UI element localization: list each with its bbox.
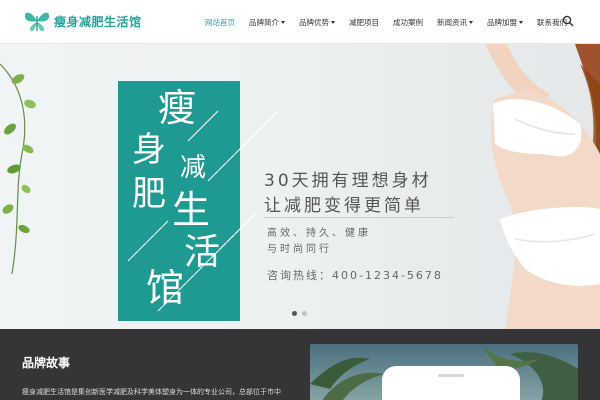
logo-text: 瘦身减肥生活馆 bbox=[54, 14, 142, 29]
nav-cases-label: 成功案例 bbox=[393, 17, 423, 27]
nav-home[interactable]: 网站首页 bbox=[205, 17, 235, 28]
features-line-1: 高效、持久、健康 bbox=[267, 228, 371, 239]
nav-home-label: 网站首页 bbox=[205, 17, 235, 27]
hero-banner[interactable]: 瘦 身 减 肥 生 活 馆 30天拥有理想身材 让减肥变得更简单 高效、持久、健… bbox=[0, 44, 600, 329]
section-title: 品牌故事 bbox=[22, 356, 71, 370]
nav-cases[interactable]: 成功案例 bbox=[393, 17, 423, 28]
section-text: 瘦身减肥生活馆是集创新医学减肥及科学美体塑身为一体的专业公司，总部位于市中 bbox=[22, 388, 281, 396]
butterfly-logo-icon bbox=[24, 12, 50, 32]
features-line-2: 与时尚同行 bbox=[267, 244, 332, 255]
model-photo bbox=[485, 44, 600, 329]
nav-franchise[interactable]: 品牌加盟 bbox=[487, 17, 523, 28]
slide-dot-active[interactable] bbox=[292, 311, 297, 316]
slogan-line-1: 30天拥有理想身材 bbox=[264, 171, 432, 191]
nav-brand-advantages-label: 品牌优势 bbox=[299, 17, 329, 27]
nav-franchise-label: 品牌加盟 bbox=[487, 17, 517, 27]
brand-story-section: 品牌故事 瘦身减肥生活馆是集创新医学减肥及科学美体塑身为一体的专业公司，总部位于… bbox=[0, 329, 600, 400]
nav-brand-intro-label: 品牌简介 bbox=[249, 17, 279, 27]
slogan-divider bbox=[264, 217, 454, 218]
chevron-down-icon bbox=[281, 20, 285, 24]
chevron-down-icon bbox=[519, 20, 523, 24]
palm-phone-photo bbox=[310, 344, 578, 400]
nav-news[interactable]: 新闻资讯 bbox=[437, 17, 473, 28]
hotline-text: 咨询热线：400-1234-5678 bbox=[267, 269, 443, 282]
main-nav: 网站首页 品牌简介 品牌优势 减肥项目 成功案例 新闻资讯 品牌加盟 联系我们 bbox=[205, 0, 581, 44]
nav-brand-advantages[interactable]: 品牌优势 bbox=[299, 17, 335, 28]
nav-news-label: 新闻资讯 bbox=[437, 17, 467, 27]
slogan-line-2: 让减肥变得更简单 bbox=[264, 196, 424, 216]
nav-brand-intro[interactable]: 品牌简介 bbox=[249, 17, 285, 28]
slide-dot[interactable] bbox=[302, 311, 307, 316]
slider-dots bbox=[292, 311, 312, 316]
chevron-down-icon bbox=[331, 20, 335, 24]
site-header: 瘦身减肥生活馆 网站首页 品牌简介 品牌优势 减肥项目 成功案例 新闻资讯 品牌… bbox=[0, 0, 600, 44]
search-icon[interactable] bbox=[562, 15, 574, 27]
nav-programs-label: 减肥项目 bbox=[349, 17, 379, 27]
diagonal-lines-decoration bbox=[127, 110, 279, 312]
nav-programs[interactable]: 减肥项目 bbox=[349, 17, 379, 28]
site-logo[interactable]: 瘦身减肥生活馆 bbox=[22, 6, 142, 36]
chevron-down-icon bbox=[469, 20, 473, 24]
leaf-decoration bbox=[0, 63, 36, 275]
